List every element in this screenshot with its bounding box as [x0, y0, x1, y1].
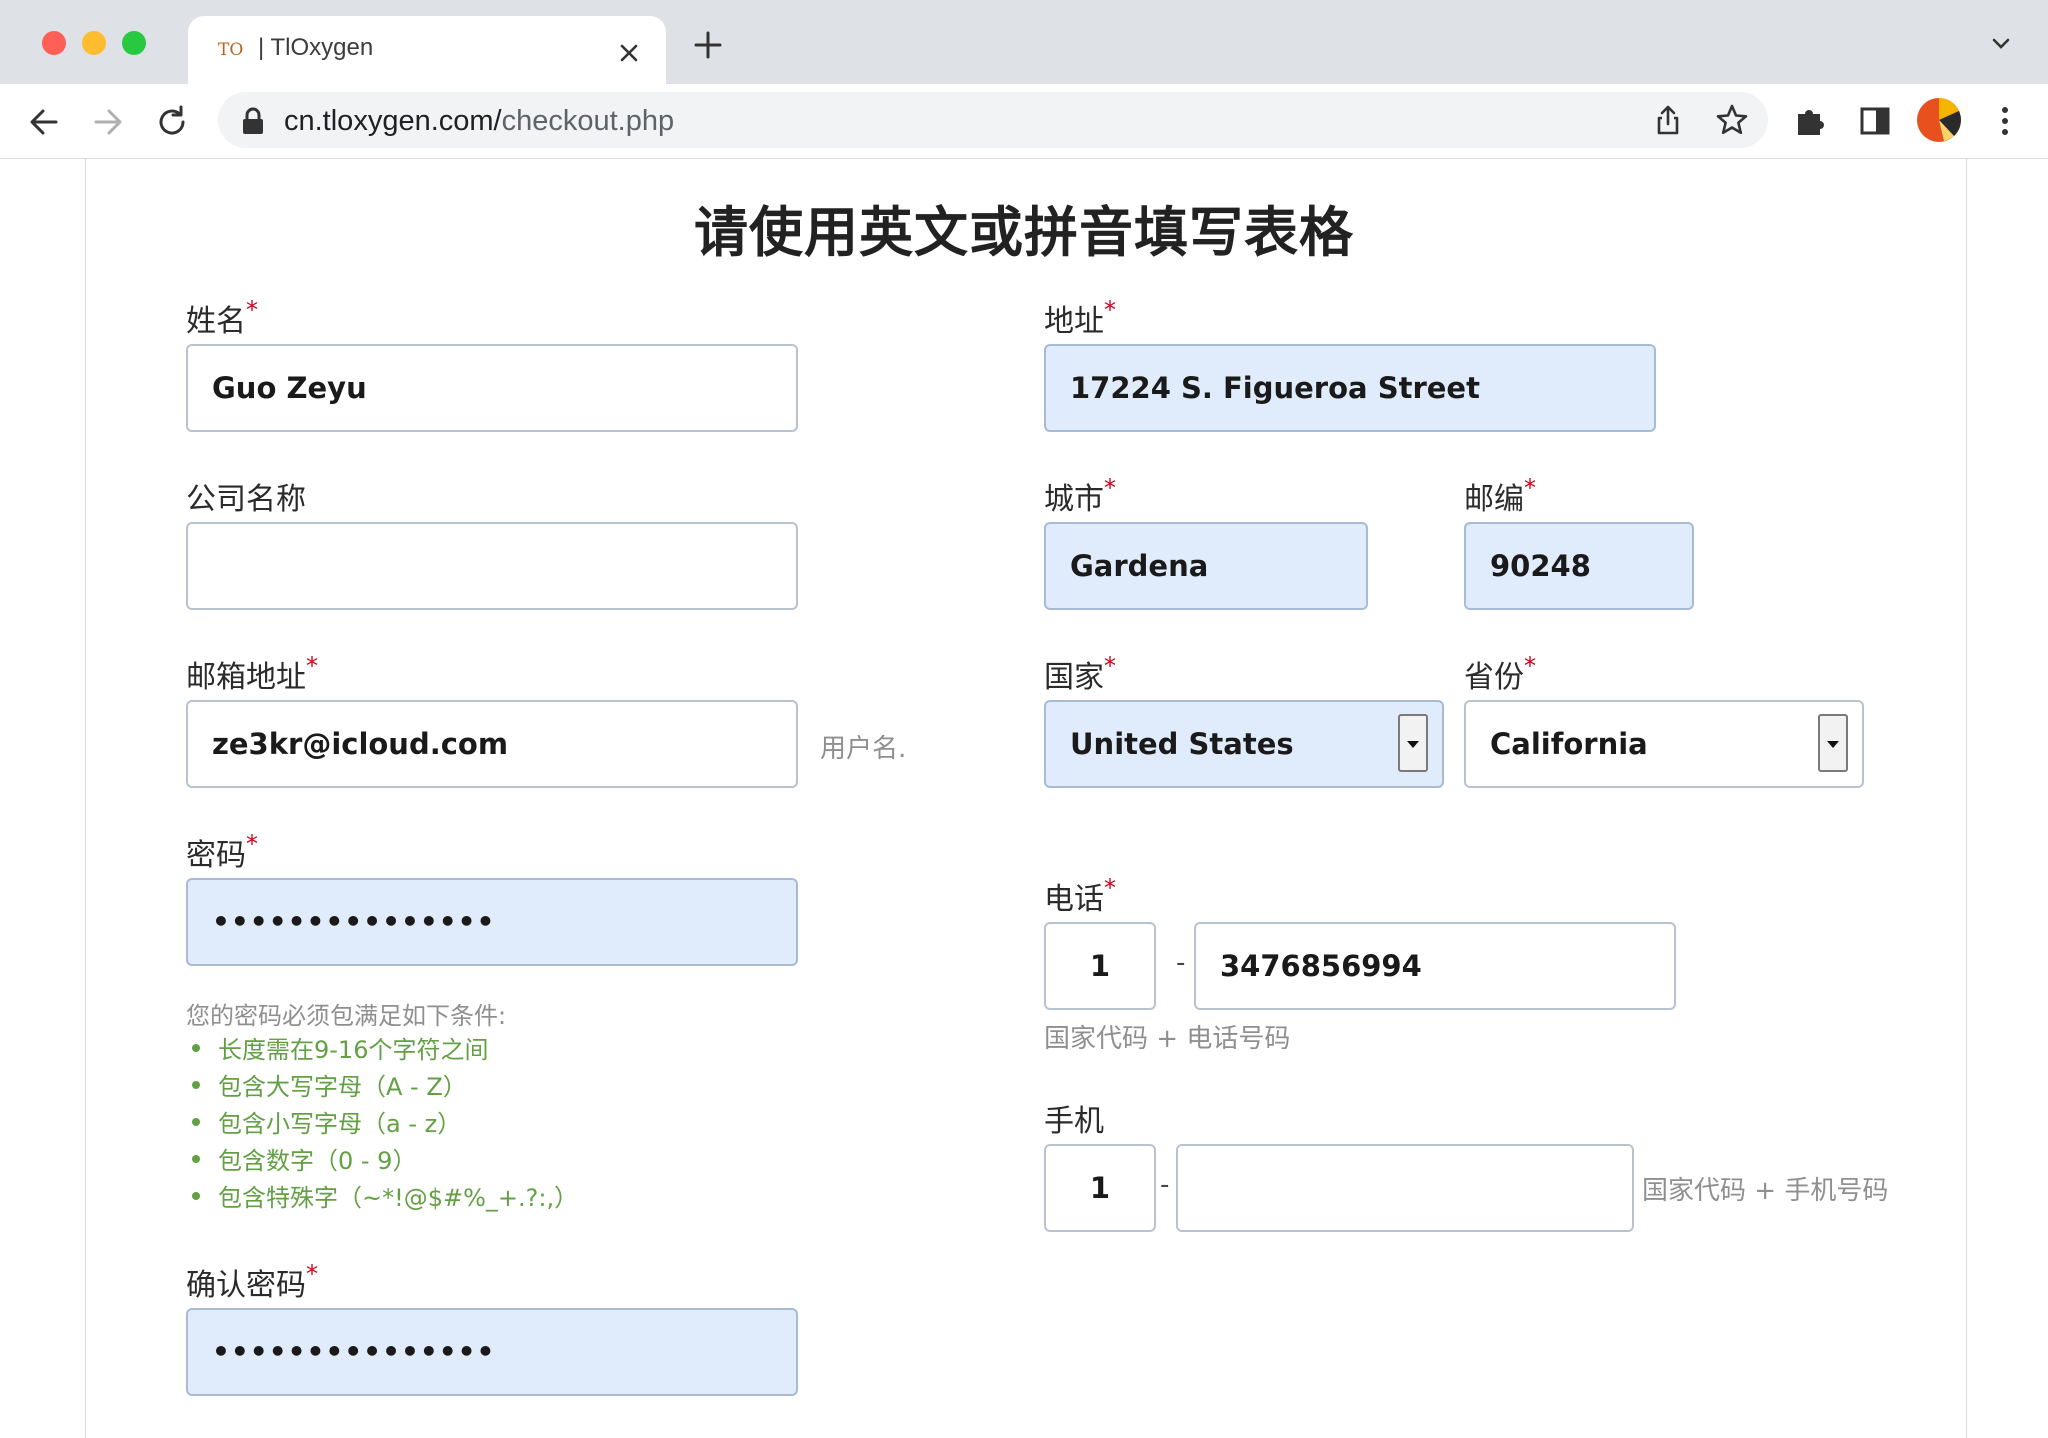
profile-avatar[interactable]: [1916, 97, 1962, 143]
site-favicon-icon: TO: [218, 40, 244, 60]
lock-icon[interactable]: [240, 106, 266, 136]
address-label: 地址*: [1044, 296, 1116, 339]
extensions-puzzle-icon[interactable]: [1792, 102, 1830, 140]
bookmark-star-icon[interactable]: [1714, 102, 1750, 138]
confirm-password-input[interactable]: •••••••••••••••: [186, 1308, 798, 1396]
phone-country-code-input[interactable]: 1: [1044, 922, 1156, 1010]
email-input[interactable]: ze3kr@icloud.com: [186, 700, 798, 788]
state-label: 省份*: [1464, 652, 1536, 695]
back-arrow-icon[interactable]: [24, 102, 64, 142]
mobile-hint: 国家代码 + 手机号码: [1642, 1176, 1889, 1206]
password-rules-list: 长度需在9-16个字符之间 包含大写字母（A - Z） 包含小写字母（a - z…: [192, 1030, 578, 1215]
address-input[interactable]: 17224 S. Figueroa Street: [1044, 344, 1656, 432]
mobile-number-input[interactable]: [1176, 1144, 1634, 1232]
phone-separator: -: [1176, 948, 1186, 978]
company-label: 公司名称: [186, 482, 306, 517]
zip-label: 邮编*: [1464, 474, 1536, 517]
share-icon[interactable]: [1650, 102, 1686, 138]
email-hint: 用户名.: [820, 734, 907, 764]
tab-strip: TO | TlOxygen: [0, 0, 2048, 84]
required-marker: *: [306, 1260, 318, 1288]
browser-toolbar: cn.tloxygen.com/checkout.php: [0, 84, 2048, 159]
browser-tab[interactable]: TO | TlOxygen: [188, 16, 666, 84]
mobile-separator: -: [1160, 1170, 1170, 1200]
required-marker: *: [1524, 652, 1536, 680]
url-path: checkout.php: [501, 105, 675, 137]
city-label: 城市*: [1044, 474, 1116, 517]
tab-title: | TlOxygen: [258, 34, 374, 61]
close-tab-icon[interactable]: [618, 30, 640, 71]
required-marker: *: [1104, 652, 1116, 680]
phone-hint: 国家代码 + 电话号码: [1044, 1024, 1291, 1054]
state-select[interactable]: California: [1464, 700, 1864, 788]
password-label: 密码*: [186, 830, 258, 873]
name-input[interactable]: Guo Zeyu: [186, 344, 798, 432]
company-input[interactable]: [186, 522, 798, 610]
password-rule-length: 长度需在9-16个字符之间: [192, 1030, 578, 1067]
more-menu-icon[interactable]: [1986, 102, 2024, 140]
required-marker: *: [1524, 474, 1536, 502]
close-window-button[interactable]: [42, 31, 66, 55]
required-marker: *: [246, 830, 258, 858]
city-input[interactable]: Gardena: [1044, 522, 1368, 610]
required-marker: *: [1104, 474, 1116, 502]
country-select-value: United States: [1070, 727, 1294, 761]
reload-icon[interactable]: [152, 102, 192, 142]
confirm-password-label: 确认密码*: [186, 1260, 318, 1303]
side-panel-icon[interactable]: [1856, 102, 1894, 140]
password-rule-lowercase: 包含小写字母（a - z）: [192, 1104, 578, 1141]
password-rule-special: 包含特殊字（~*!@$#%_+.?:,）: [192, 1178, 578, 1215]
password-input[interactable]: •••••••••••••••: [186, 878, 798, 966]
required-marker: *: [306, 652, 318, 680]
state-select-value: California: [1490, 727, 1648, 761]
password-rule-digit: 包含数字（0 - 9）: [192, 1141, 578, 1178]
minimize-window-button[interactable]: [82, 31, 106, 55]
country-label: 国家*: [1044, 652, 1116, 695]
dropdown-arrow-icon[interactable]: [1818, 714, 1848, 772]
zip-input[interactable]: 90248: [1464, 522, 1694, 610]
maximize-window-button[interactable]: [122, 31, 146, 55]
required-marker: *: [246, 296, 258, 324]
password-rule-uppercase: 包含大写字母（A - Z）: [192, 1067, 578, 1104]
mobile-label: 手机: [1044, 1104, 1104, 1139]
email-label: 邮箱地址*: [186, 652, 318, 695]
required-marker: *: [1104, 296, 1116, 324]
url-text: cn.tloxygen.com/checkout.php: [284, 105, 674, 138]
chevron-down-icon[interactable]: [1990, 32, 2012, 54]
forward-arrow-icon[interactable]: [88, 102, 128, 142]
dropdown-arrow-icon[interactable]: [1398, 714, 1428, 772]
phone-number-input[interactable]: 3476856994: [1194, 922, 1676, 1010]
address-bar[interactable]: cn.tloxygen.com/checkout.php: [218, 92, 1768, 148]
mobile-country-code-input[interactable]: 1: [1044, 1144, 1156, 1232]
phone-label: 电话*: [1044, 874, 1116, 917]
name-label: 姓名*: [186, 296, 258, 339]
new-tab-button[interactable]: [693, 24, 723, 67]
required-marker: *: [1104, 874, 1116, 902]
url-host: cn.tloxygen.com/: [284, 105, 502, 137]
country-select[interactable]: United States: [1044, 700, 1444, 788]
page-title: 请使用英文或拼音填写表格: [694, 201, 1354, 264]
password-rules-title: 您的密码必须包满足如下条件:: [186, 1002, 507, 1030]
